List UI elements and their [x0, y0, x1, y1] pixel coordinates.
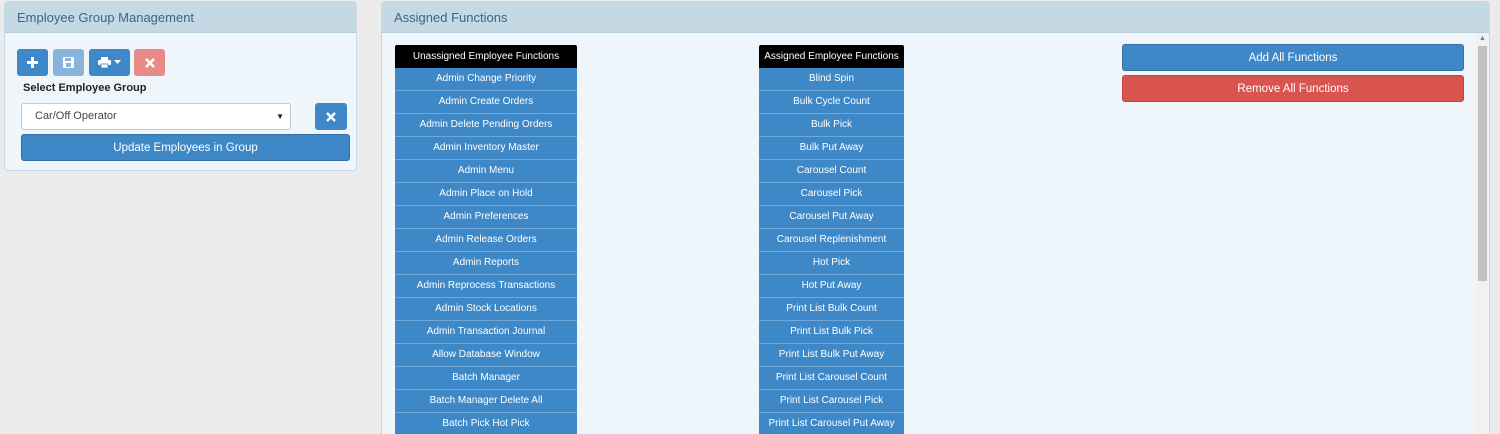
- employee-group-select[interactable]: Car/Off Operator ▼: [21, 103, 291, 130]
- close-icon: [326, 111, 336, 122]
- caret-down-icon: [114, 60, 121, 64]
- function-list-item[interactable]: Admin Inventory Master: [395, 137, 577, 160]
- function-list-item[interactable]: Admin Delete Pending Orders: [395, 114, 577, 137]
- select-group-label: Select Employee Group: [23, 82, 147, 94]
- function-list-item[interactable]: Allow Database Window: [395, 344, 577, 367]
- save-icon: [63, 57, 74, 68]
- list-header: Assigned Employee Functions: [759, 45, 904, 68]
- plus-icon: [27, 57, 38, 68]
- function-list-item[interactable]: Admin Place on Hold: [395, 183, 577, 206]
- function-list-item[interactable]: Admin Stock Locations: [395, 298, 577, 321]
- function-list-item[interactable]: Admin Reprocess Transactions: [395, 275, 577, 298]
- function-list-item[interactable]: Admin Change Priority: [395, 68, 577, 91]
- function-list-item[interactable]: Carousel Put Away: [759, 206, 904, 229]
- panel-title: Employee Group Management: [5, 2, 356, 33]
- delete-group-button[interactable]: [134, 49, 165, 76]
- function-list-item[interactable]: Batch Manager: [395, 367, 577, 390]
- print-dropdown-button[interactable]: [89, 49, 130, 76]
- scroll-up-icon[interactable]: ▲: [1479, 35, 1486, 42]
- chevron-down-icon: ▼: [276, 112, 284, 121]
- function-list-item[interactable]: Admin Menu: [395, 160, 577, 183]
- function-list-item[interactable]: Hot Pick: [759, 252, 904, 275]
- panel-title: Assigned Functions: [382, 2, 1489, 33]
- unassigned-functions-list: Unassigned Employee Functions Admin Chan…: [395, 45, 577, 434]
- function-list-item[interactable]: Admin Transaction Journal: [395, 321, 577, 344]
- function-list-item[interactable]: Print List Carousel Pick: [759, 390, 904, 413]
- print-icon: [98, 57, 111, 68]
- save-group-button[interactable]: [53, 49, 84, 76]
- add-group-button[interactable]: [17, 49, 48, 76]
- selected-group-value: Car/Off Operator: [35, 110, 117, 122]
- function-list-item[interactable]: Carousel Replenishment: [759, 229, 904, 252]
- vertical-scrollbar[interactable]: ▲: [1475, 33, 1489, 434]
- function-list-item[interactable]: Print List Bulk Count: [759, 298, 904, 321]
- add-all-functions-button[interactable]: Add All Functions: [1122, 44, 1464, 71]
- assigned-functions-list: Assigned Employee Functions Blind Spin Bu…: [759, 45, 904, 434]
- clear-selection-button[interactable]: [315, 103, 347, 130]
- function-list-item[interactable]: Batch Manager Delete All: [395, 390, 577, 413]
- function-list-item[interactable]: Bulk Put Away: [759, 137, 904, 160]
- function-list-item[interactable]: Admin Release Orders: [395, 229, 577, 252]
- update-employees-button[interactable]: Update Employees in Group: [21, 134, 350, 161]
- function-list-item[interactable]: Blind Spin: [759, 68, 904, 91]
- function-list-item[interactable]: Batch Pick Hot Pick: [395, 413, 577, 434]
- function-list-item[interactable]: Print List Bulk Put Away: [759, 344, 904, 367]
- function-list-item[interactable]: Hot Put Away: [759, 275, 904, 298]
- assigned-functions-panel: Assigned Functions Unassigned Employee F…: [381, 1, 1490, 434]
- function-list-item[interactable]: Carousel Pick: [759, 183, 904, 206]
- function-list-item[interactable]: Carousel Count: [759, 160, 904, 183]
- employee-group-panel: Employee Group Management Select Employe…: [4, 1, 357, 171]
- list-header: Unassigned Employee Functions: [395, 45, 577, 68]
- remove-all-functions-button[interactable]: Remove All Functions: [1122, 75, 1464, 102]
- scroll-thumb[interactable]: [1478, 46, 1487, 281]
- function-list-item[interactable]: Print List Carousel Put Away: [759, 413, 904, 434]
- function-list-item[interactable]: Print List Carousel Count: [759, 367, 904, 390]
- function-list-item[interactable]: Print List Bulk Pick: [759, 321, 904, 344]
- function-list-item[interactable]: Admin Create Orders: [395, 91, 577, 114]
- function-list-item[interactable]: Admin Reports: [395, 252, 577, 275]
- function-list-item[interactable]: Admin Preferences: [395, 206, 577, 229]
- function-list-item[interactable]: Bulk Pick: [759, 114, 904, 137]
- function-list-item[interactable]: Bulk Cycle Count: [759, 91, 904, 114]
- close-icon: [144, 57, 155, 68]
